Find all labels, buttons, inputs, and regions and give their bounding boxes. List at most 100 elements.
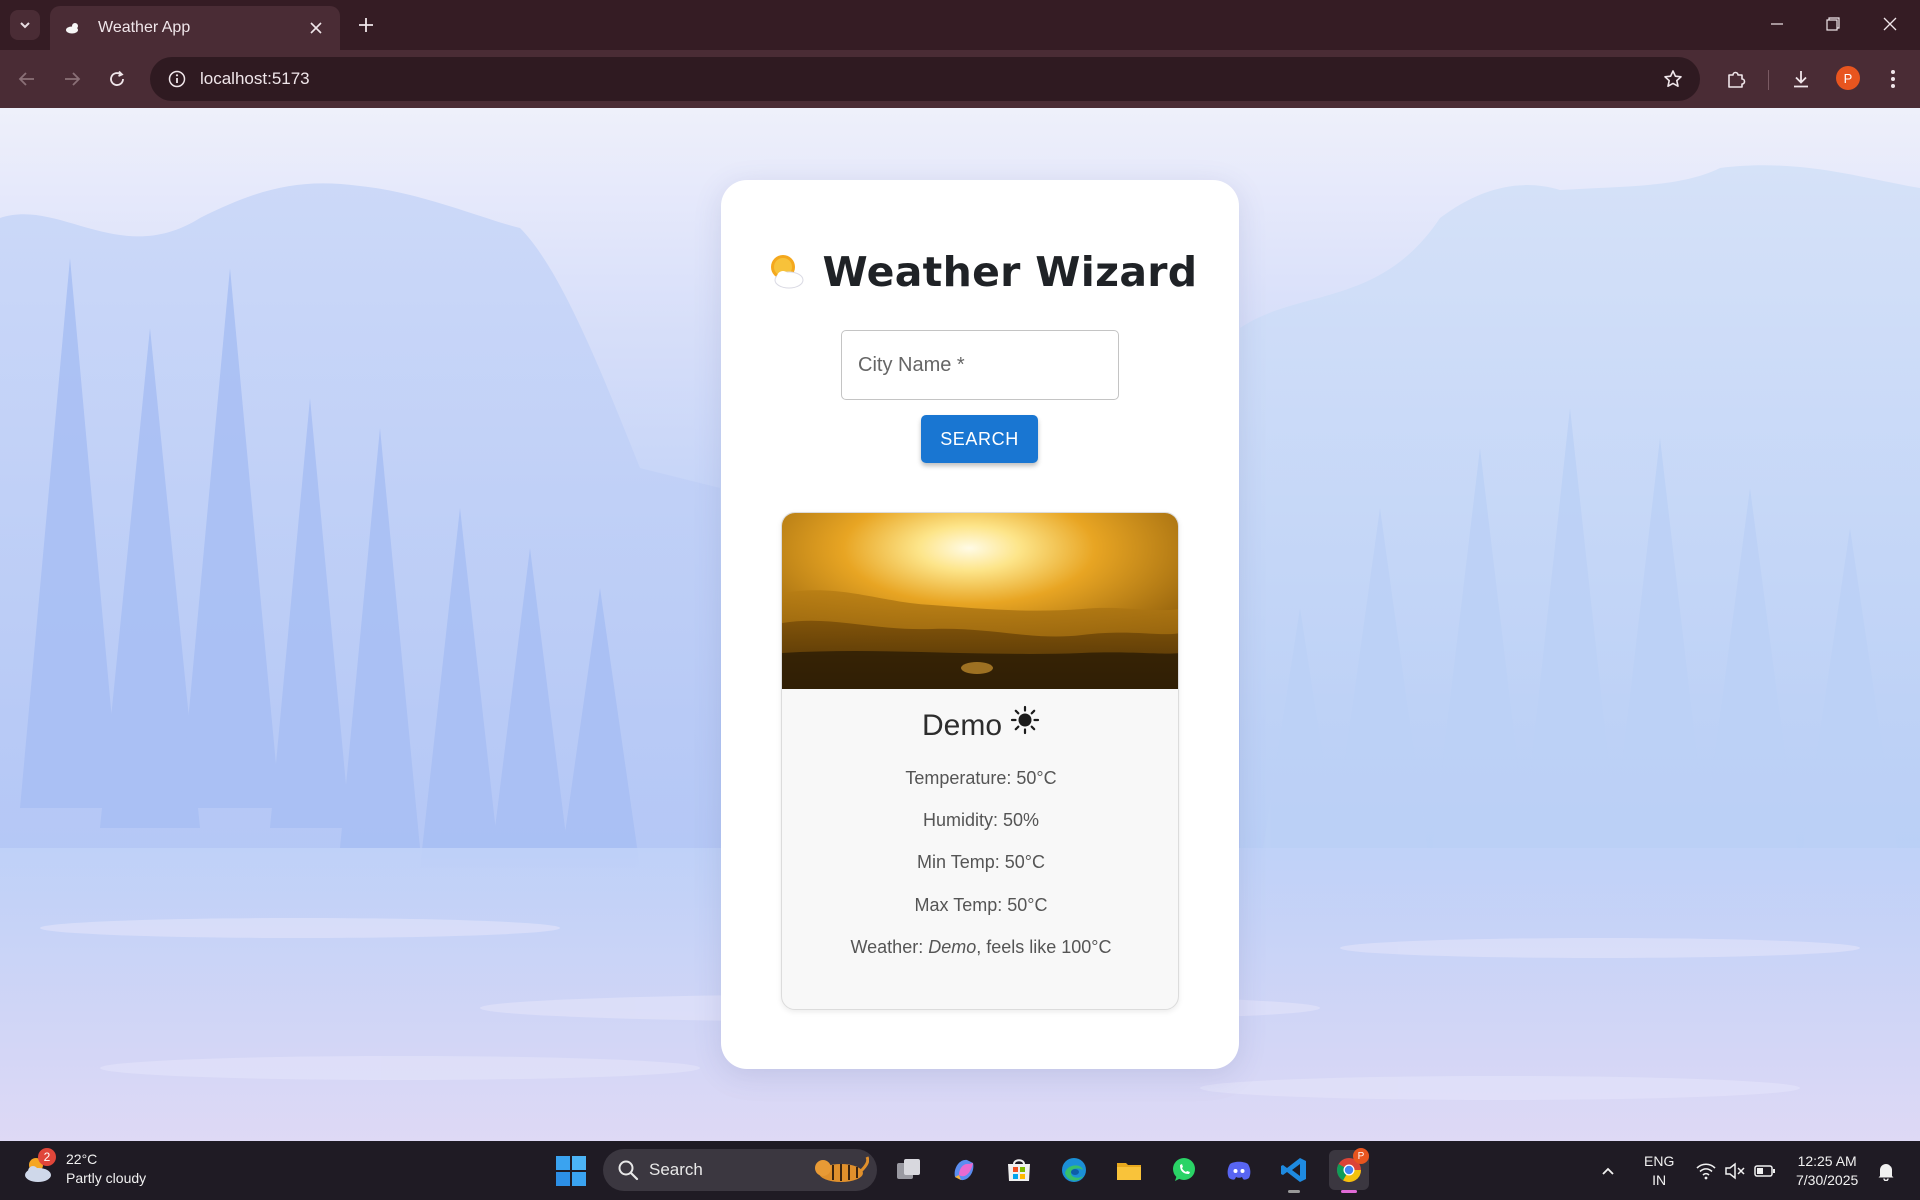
browser-menu-button[interactable] [1876, 62, 1910, 96]
chrome-profile-badge: P [1353, 1148, 1369, 1164]
minimize-icon [1771, 23, 1783, 25]
language-line-1: ENG [1644, 1152, 1675, 1169]
folder-icon [1117, 1163, 1141, 1180]
temperature-text: Temperature: 50°C [905, 768, 1057, 788]
download-icon [1794, 71, 1808, 88]
weather-city-name: Demo [921, 709, 1003, 742]
toolbar-separator [1768, 70, 1769, 90]
taskbar-search-label: Search [649, 1160, 703, 1179]
weather-app-favicon [64, 19, 82, 37]
discord-app[interactable] [1219, 1150, 1259, 1190]
weather-city-row: Demo [782, 705, 1178, 743]
browser-tabstrip: Weather App [0, 0, 1920, 50]
vscode-running-indicator [1288, 1190, 1300, 1193]
task-view-icon [897, 1159, 920, 1179]
minimize-button[interactable] [1757, 8, 1797, 40]
search-icon [618, 1160, 639, 1181]
edge-icon [1062, 1158, 1086, 1182]
copilot-app[interactable] [944, 1150, 984, 1190]
tab-weather-app[interactable]: Weather App [50, 6, 340, 50]
extensions-icon [1728, 71, 1746, 88]
taskbar-weather-widget[interactable]: 2 22°C Partly cloudy [22, 1148, 147, 1188]
menu-icon [1891, 70, 1895, 88]
sun-icon [1010, 705, 1040, 735]
weather-description: Weather: Demo, feels like 100°C [782, 937, 1178, 958]
restore-icon [1826, 17, 1840, 31]
task-view-button[interactable] [889, 1150, 929, 1190]
address-bar[interactable]: localhost:5173 [150, 57, 1700, 101]
bookmark-star-icon[interactable] [1660, 66, 1686, 92]
url-text: localhost:5173 [200, 69, 310, 88]
edge-app[interactable] [1054, 1150, 1094, 1190]
windows-taskbar: 2 22°C Partly cloudy Search P ENG IN 12:… [0, 1141, 1920, 1200]
battery-icon [1754, 1164, 1775, 1177]
search-button[interactable]: SEARCH [921, 415, 1038, 463]
tiger-illustration-icon [815, 1156, 869, 1182]
clock[interactable]: 12:25 AM 7/30/2025 [1796, 1141, 1858, 1200]
weather-image [782, 513, 1178, 689]
volume-muted-icon [1725, 1161, 1745, 1180]
chevron-up-icon [1602, 1167, 1614, 1175]
weather-description-suffix: , feels like 100°C [976, 937, 1112, 957]
back-button[interactable] [10, 62, 44, 96]
weather-app-card: Weather Wizard SEARCH [721, 180, 1239, 1069]
weather-badge: 2 [38, 1148, 56, 1166]
clock-date: 7/30/2025 [1796, 1171, 1859, 1188]
app-title: Weather Wizard [822, 248, 1198, 296]
notifications-button[interactable] [1876, 1141, 1896, 1200]
reload-button[interactable] [100, 62, 134, 96]
weather-info-card: Demo Temperature: 50°C Humidity: 50% Min… [781, 512, 1179, 1010]
site-info-icon[interactable] [164, 66, 190, 92]
wifi-icon [1696, 1162, 1716, 1179]
max-temp-text: Max Temp: 50°C [914, 895, 1048, 915]
language-indicator[interactable]: ENG IN [1644, 1141, 1674, 1200]
city-name-field[interactable] [841, 330, 1119, 400]
whatsapp-icon [1173, 1158, 1195, 1181]
vscode-app[interactable] [1274, 1150, 1314, 1193]
back-icon [18, 72, 34, 86]
close-icon[interactable] [306, 18, 326, 38]
show-hidden-icons-button[interactable] [1600, 1141, 1616, 1200]
downloads-button[interactable] [1784, 62, 1818, 96]
profile-avatar[interactable]: P [1836, 66, 1860, 90]
chrome-app[interactable]: P [1329, 1148, 1369, 1193]
sun-cloud-icon [770, 255, 804, 289]
windows-start-icon[interactable] [554, 1154, 588, 1188]
discord-icon [1227, 1161, 1251, 1180]
weather-description-prefix: Weather: [850, 937, 929, 957]
browser-toolbar: localhost:5173 [0, 50, 1920, 108]
chrome-active-indicator [1341, 1190, 1357, 1193]
language-line-2: IN [1652, 1171, 1667, 1188]
tab-title: Weather App [98, 19, 191, 36]
notification-bell-icon [1878, 1161, 1894, 1181]
page-viewport: Weather Wizard SEARCH [0, 108, 1920, 1141]
copilot-icon [954, 1159, 974, 1181]
vscode-icon [1281, 1158, 1306, 1182]
new-tab-button[interactable] [353, 12, 379, 38]
file-explorer-app[interactable] [1109, 1150, 1149, 1190]
taskbar-search-box[interactable]: Search [603, 1149, 877, 1191]
chevron-down-icon [20, 22, 30, 29]
reload-icon [110, 70, 124, 86]
weather-description-value: Demo [928, 937, 977, 957]
taskbar-weather-temp: 22°C [66, 1151, 98, 1167]
partly-cloudy-icon: 2 [22, 1148, 56, 1186]
taskbar-weather-desc: Partly cloudy [66, 1170, 147, 1186]
store-icon [1008, 1159, 1030, 1181]
close-window-button[interactable] [1870, 8, 1910, 40]
tab-search-button[interactable] [10, 10, 40, 40]
humidity-text: Humidity: 50% [922, 810, 1040, 830]
close-window-icon [1883, 17, 1897, 31]
clock-time: 12:25 AM [1797, 1152, 1857, 1169]
new-tab-icon [359, 18, 373, 32]
microsoft-store-app[interactable] [999, 1150, 1039, 1190]
extensions-button[interactable] [1719, 62, 1753, 96]
forward-button[interactable] [55, 62, 89, 96]
forward-icon [65, 72, 81, 86]
city-name-input[interactable] [842, 331, 1118, 399]
app-title-row: Weather Wizard [721, 248, 1239, 297]
whatsapp-app[interactable] [1164, 1150, 1204, 1190]
restore-button[interactable] [1813, 8, 1853, 40]
min-temp-text: Min Temp: 50°C [917, 852, 1045, 872]
quick-settings-button[interactable] [1696, 1141, 1776, 1200]
